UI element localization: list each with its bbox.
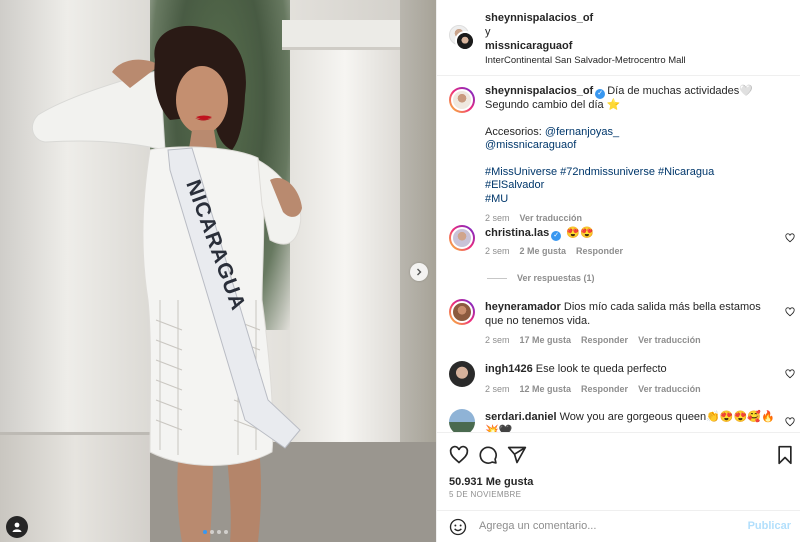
hashtags[interactable]: #MU xyxy=(485,193,775,207)
post-date: 5 DE NOVIEMBRE xyxy=(449,490,522,499)
caption-line-1: Día de muchas actividades🤍 xyxy=(607,85,753,97)
comment-text: Ese look te queda perfecto xyxy=(535,363,667,375)
model-figure: NICARAGUA xyxy=(31,25,302,542)
verified-badge-icon: ✓ xyxy=(595,89,606,99)
comment-username[interactable]: ingh1426 xyxy=(485,363,533,375)
see-translation-link[interactable]: Ver traducción xyxy=(638,383,701,397)
mention-link[interactable]: @missnicaraguaof xyxy=(485,139,775,153)
post-location[interactable]: InterContinental San Salvador-Metrocentr… xyxy=(485,54,686,68)
comment-input[interactable]: Agrega un comentario... xyxy=(479,520,596,532)
comment-avatar[interactable] xyxy=(449,361,475,387)
share-icon[interactable] xyxy=(507,445,527,465)
comment-avatar[interactable] xyxy=(449,409,475,432)
caption-time[interactable]: 2 sem xyxy=(485,212,510,226)
reply-button[interactable]: Responder xyxy=(576,245,623,259)
post-header: sheynnispalacios_of y missnicaraguaof In… xyxy=(437,0,800,76)
coauthor-avatar[interactable] xyxy=(455,31,475,51)
post-photo[interactable]: NICARAGUA xyxy=(0,0,436,542)
comment-likes[interactable]: 12 Me gusta xyxy=(520,383,572,397)
see-translation-link[interactable]: Ver traducción xyxy=(638,334,701,348)
post-comment-button[interactable]: Publicar xyxy=(748,520,791,532)
comment-time[interactable]: 2 sem xyxy=(485,383,510,397)
emoji-icon[interactable] xyxy=(449,518,467,536)
chevron-right-icon xyxy=(417,268,422,276)
see-translation-link[interactable]: Ver traducción xyxy=(520,212,583,226)
comment-time[interactable]: 2 sem xyxy=(485,334,510,348)
heart-icon[interactable] xyxy=(449,445,469,465)
carousel-indicator xyxy=(203,530,228,534)
verified-badge-icon: ✓ xyxy=(551,231,562,241)
caption-avatar[interactable] xyxy=(449,87,475,113)
comment-avatar[interactable] xyxy=(449,225,475,251)
comment-time[interactable]: 2 sem xyxy=(485,245,510,259)
carousel-dot xyxy=(224,530,228,534)
caption-username[interactable]: sheynnispalacios_of xyxy=(485,85,593,97)
like-comment-heart-icon[interactable] xyxy=(785,417,795,427)
coauthor-username[interactable]: missnicaraguaof xyxy=(485,39,686,53)
comment-composer: Agrega un comentario... Publicar xyxy=(437,510,800,542)
comment-likes[interactable]: 17 Me gusta xyxy=(520,334,572,348)
comment-likes[interactable]: 2 Me gusta xyxy=(520,245,567,259)
carousel-dot xyxy=(217,530,221,534)
caption-accessories-label: Accesorios: xyxy=(485,125,542,138)
reply-button[interactable]: Responder xyxy=(581,334,628,348)
carousel-dot xyxy=(203,530,207,534)
carousel-dot xyxy=(210,530,214,534)
comment-icon[interactable] xyxy=(478,445,498,465)
reply-button[interactable]: Responder xyxy=(581,383,628,397)
comments-list[interactable]: sheynnispalacios_of ✓ Día de muchas activi… xyxy=(437,77,800,432)
comment-username[interactable]: serdari.daniel xyxy=(485,411,557,423)
bookmark-icon[interactable] xyxy=(775,445,795,465)
next-photo-button[interactable] xyxy=(410,263,428,281)
comment-username[interactable]: heyneramador xyxy=(485,301,561,313)
like-comment-heart-icon[interactable] xyxy=(785,307,795,317)
like-comment-heart-icon[interactable] xyxy=(785,233,795,243)
tagged-users-button[interactable] xyxy=(6,516,28,538)
post-actions: 50.931 Me gusta 5 DE NOVIEMBRE xyxy=(437,432,800,500)
author-joiner: y xyxy=(485,26,491,38)
author-username[interactable]: sheynnispalacios_of xyxy=(485,11,686,25)
caption-line-2: Segundo cambio del día ⭐ xyxy=(485,99,621,111)
view-replies-button[interactable]: Ver respuestas (1) xyxy=(487,273,595,283)
view-replies-label: Ver respuestas (1) xyxy=(517,273,595,283)
mention-link[interactable]: @fernanjoyas_ xyxy=(545,126,619,138)
like-comment-heart-icon[interactable] xyxy=(785,369,795,379)
post-side-panel: sheynnispalacios_of y missnicaraguaof In… xyxy=(436,0,800,542)
comment-username[interactable]: christina.las xyxy=(485,227,549,239)
comment-text: 😍😍 xyxy=(566,227,594,239)
likes-count[interactable]: 50.931 Me gusta xyxy=(449,476,533,488)
comment-avatar[interactable] xyxy=(449,299,475,325)
hashtags[interactable]: #MissUniverse #72ndmissuniverse #Nicarag… xyxy=(485,166,775,193)
user-icon xyxy=(12,522,22,532)
